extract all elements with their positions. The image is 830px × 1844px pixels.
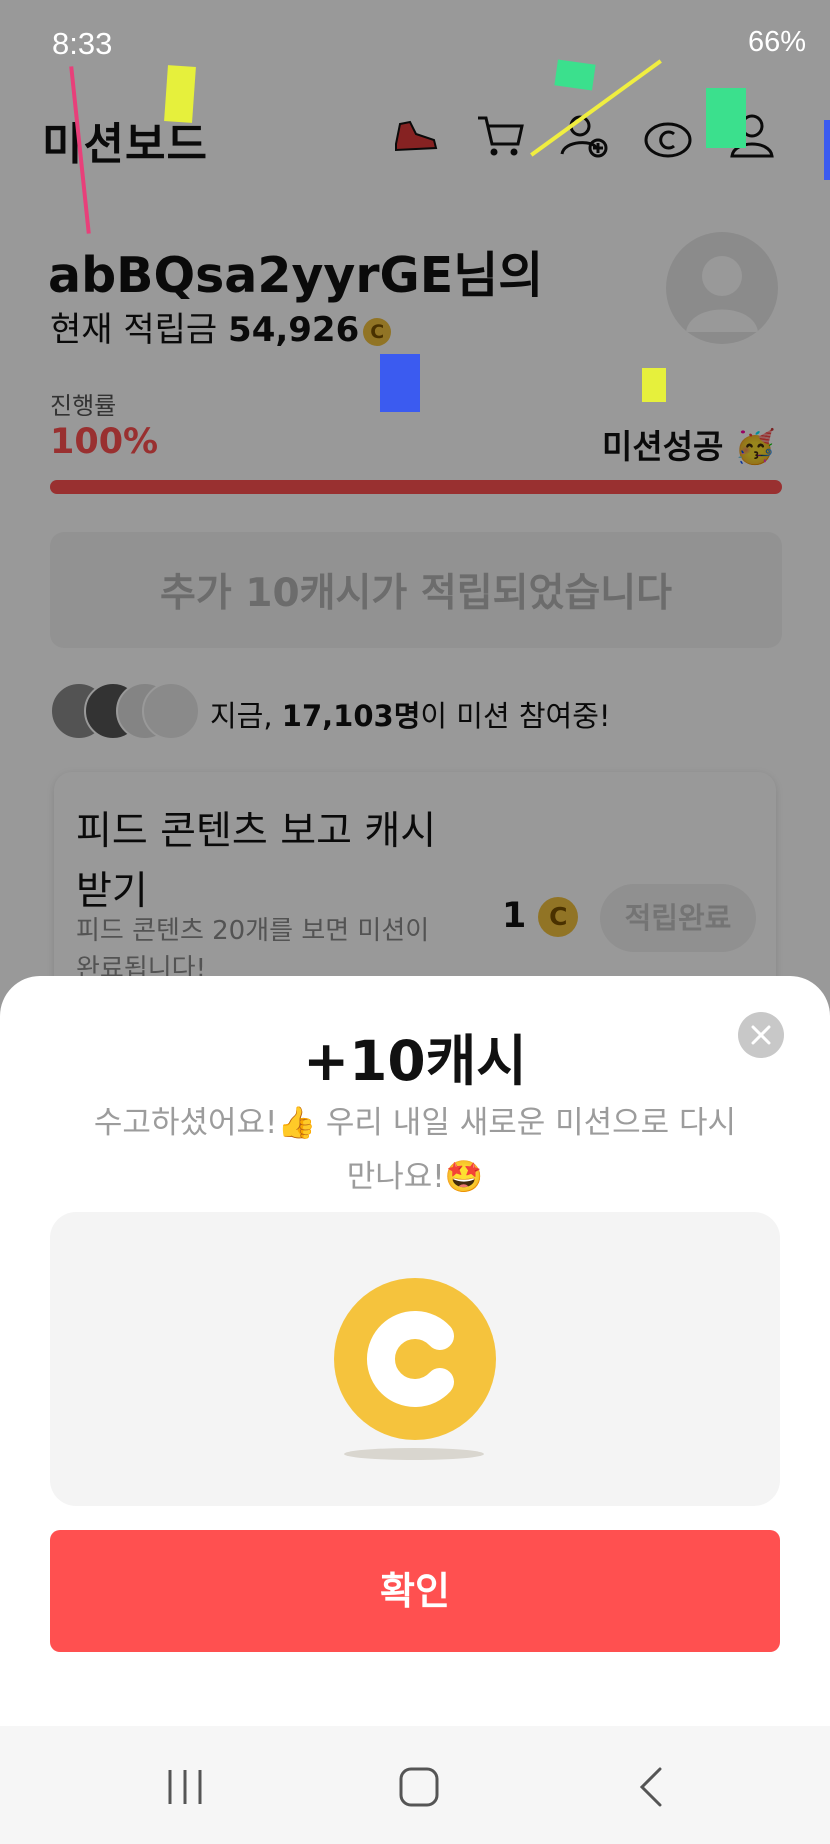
confetti-piece	[706, 88, 746, 148]
coin-shadow	[344, 1448, 484, 1460]
reward-bottom-sheet: +10캐시 수고하셨어요!👍 우리 내일 새로운 미션으로 다시 만나요!🤩 확…	[0, 976, 830, 1726]
coin-illustration-box	[50, 1212, 780, 1506]
confetti-piece	[824, 120, 830, 180]
coin-c-glyph	[366, 1311, 454, 1407]
confetti-piece	[642, 368, 666, 402]
confirm-button[interactable]: 확인	[50, 1530, 780, 1652]
confetti-piece	[164, 65, 196, 123]
status-battery: 66%	[747, 26, 806, 58]
confetti-piece	[380, 354, 420, 412]
sheet-message: 수고하셨어요!👍 우리 내일 새로운 미션으로 다시 만나요!🤩	[93, 1105, 737, 1195]
system-nav-bar	[0, 1726, 830, 1844]
home-icon[interactable]	[394, 1766, 444, 1808]
recent-apps-icon[interactable]	[160, 1766, 210, 1808]
confetti-piece	[554, 59, 596, 91]
back-icon[interactable]	[626, 1766, 676, 1808]
sheet-title: +10캐시	[303, 1029, 527, 1093]
coin-icon	[334, 1278, 496, 1440]
status-time: 8:33	[52, 26, 113, 61]
close-icon	[751, 1025, 771, 1045]
close-button[interactable]	[738, 1012, 784, 1058]
